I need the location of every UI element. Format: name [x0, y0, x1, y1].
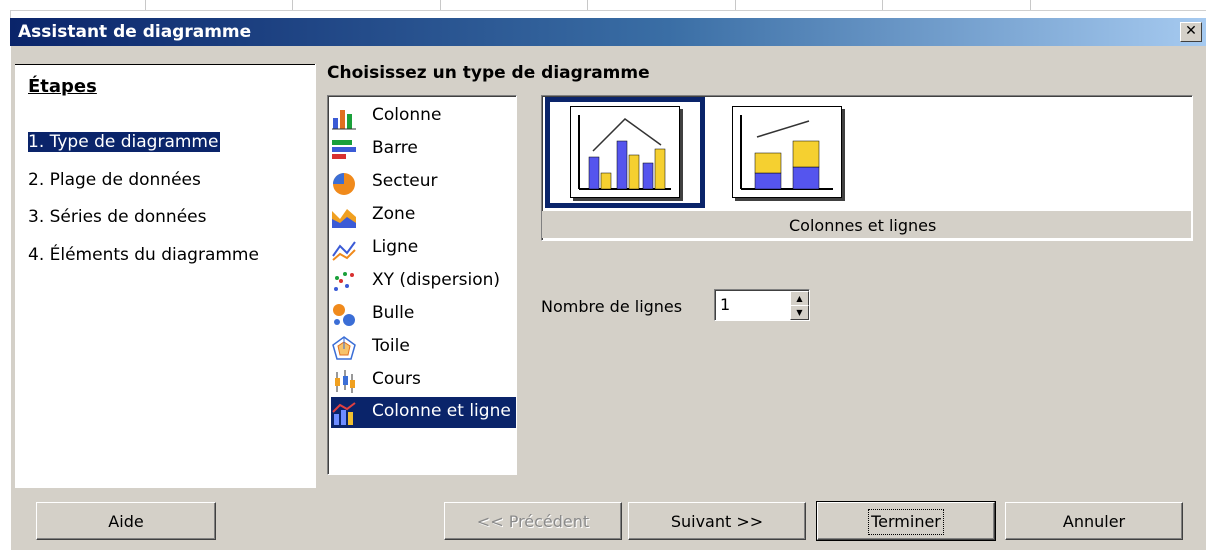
stacked-columns-lines-thumbnail-icon[interactable] [732, 106, 842, 198]
pie-chart-icon [333, 173, 355, 195]
section-title: Choisissez un type de diagramme [327, 63, 650, 83]
steps-panel [15, 64, 316, 488]
chart-type-item[interactable]: Barre [331, 134, 516, 165]
column-line-chart-icon [332, 402, 356, 425]
grid-line [292, 0, 293, 10]
step-chart-type[interactable]: 1. Type de diagramme [28, 132, 221, 152]
chart-type-label: Cours [372, 369, 421, 389]
chart-type-label: Ligne [372, 237, 419, 257]
grid-line [1030, 0, 1031, 10]
stacked-columns-lines-thumbnail-graphic [740, 115, 833, 190]
chart-type-item-selected[interactable]: Colonne et ligne [331, 397, 516, 428]
chart-type-item[interactable]: Ligne [331, 233, 516, 264]
chart-type-list[interactable]: Colonne Barre Secteur Zone Ligne XY (dis… [327, 95, 517, 475]
line-chart-icon [332, 241, 356, 261]
stock-chart-icon [335, 370, 355, 393]
chart-type-item[interactable]: Zone [331, 200, 516, 231]
chart-type-label: Secteur [372, 171, 438, 191]
chart-type-label: Bulle [372, 303, 415, 323]
finish-button[interactable]: Terminer [816, 501, 996, 541]
steps-title: Étapes [28, 76, 97, 97]
chart-type-label: Colonne et ligne [372, 401, 511, 421]
column-chart-icon [332, 110, 356, 130]
scatter-chart-icon [334, 272, 354, 291]
steps-divider [15, 64, 315, 65]
columns-lines-thumbnail-graphic [578, 115, 671, 190]
chart-type-label: XY (dispersion) [372, 270, 501, 290]
step-chart-elements[interactable]: 4. Éléments du diagramme [28, 245, 259, 265]
title-bar[interactable]: Assistant de diagramme [10, 18, 1206, 46]
step-data-range[interactable]: 2. Plage de données [28, 170, 201, 190]
help-button[interactable]: Aide [36, 502, 216, 540]
chart-type-item[interactable]: Cours [331, 365, 516, 396]
grid-line [882, 0, 883, 10]
number-of-lines-spinbox[interactable]: 1 ▲ ▼ [714, 289, 810, 321]
chart-type-label: Zone [372, 204, 416, 224]
number-of-lines-value[interactable]: 1 [720, 295, 730, 314]
spin-down-arrow-icon[interactable]: ▼ [790, 305, 809, 320]
close-button[interactable]: ✕ [1180, 22, 1202, 42]
dialog-title: Assistant de diagramme [18, 22, 252, 42]
finish-button-label: Terminer [868, 509, 944, 535]
grid-line [735, 0, 736, 10]
chart-type-item[interactable]: Secteur [331, 167, 516, 198]
chart-type-label: Barre [372, 138, 418, 158]
chart-type-label: Colonne [372, 105, 442, 125]
area-chart-icon [332, 209, 356, 228]
spreadsheet-column-header [0, 0, 1206, 11]
grid-line [145, 0, 146, 10]
step-data-series[interactable]: 3. Séries de données [28, 207, 206, 227]
grid-line [440, 0, 441, 10]
chart-type-item[interactable]: XY (dispersion) [331, 266, 516, 297]
grid-line [587, 0, 588, 10]
number-of-lines-label: Nombre de lignes [541, 297, 683, 316]
chart-type-item[interactable]: Bulle [331, 299, 516, 330]
cancel-button[interactable]: Annuler [1005, 502, 1183, 540]
net-chart-icon [332, 336, 356, 360]
next-button[interactable]: Suivant >> [628, 502, 806, 540]
chart-type-label: Toile [372, 336, 410, 356]
columns-lines-thumbnail-icon [570, 106, 680, 198]
variant-caption: Colonnes et lignes [789, 216, 937, 235]
bar-chart-icon [332, 140, 356, 159]
close-icon: ✕ [1185, 23, 1197, 39]
chart-type-item[interactable]: Toile [331, 332, 516, 363]
spin-up-arrow-icon[interactable]: ▲ [790, 291, 809, 306]
bubble-chart-icon [333, 304, 355, 326]
previous-button[interactable]: << Précédent [444, 502, 622, 540]
chart-type-item[interactable]: Colonne [331, 101, 516, 132]
